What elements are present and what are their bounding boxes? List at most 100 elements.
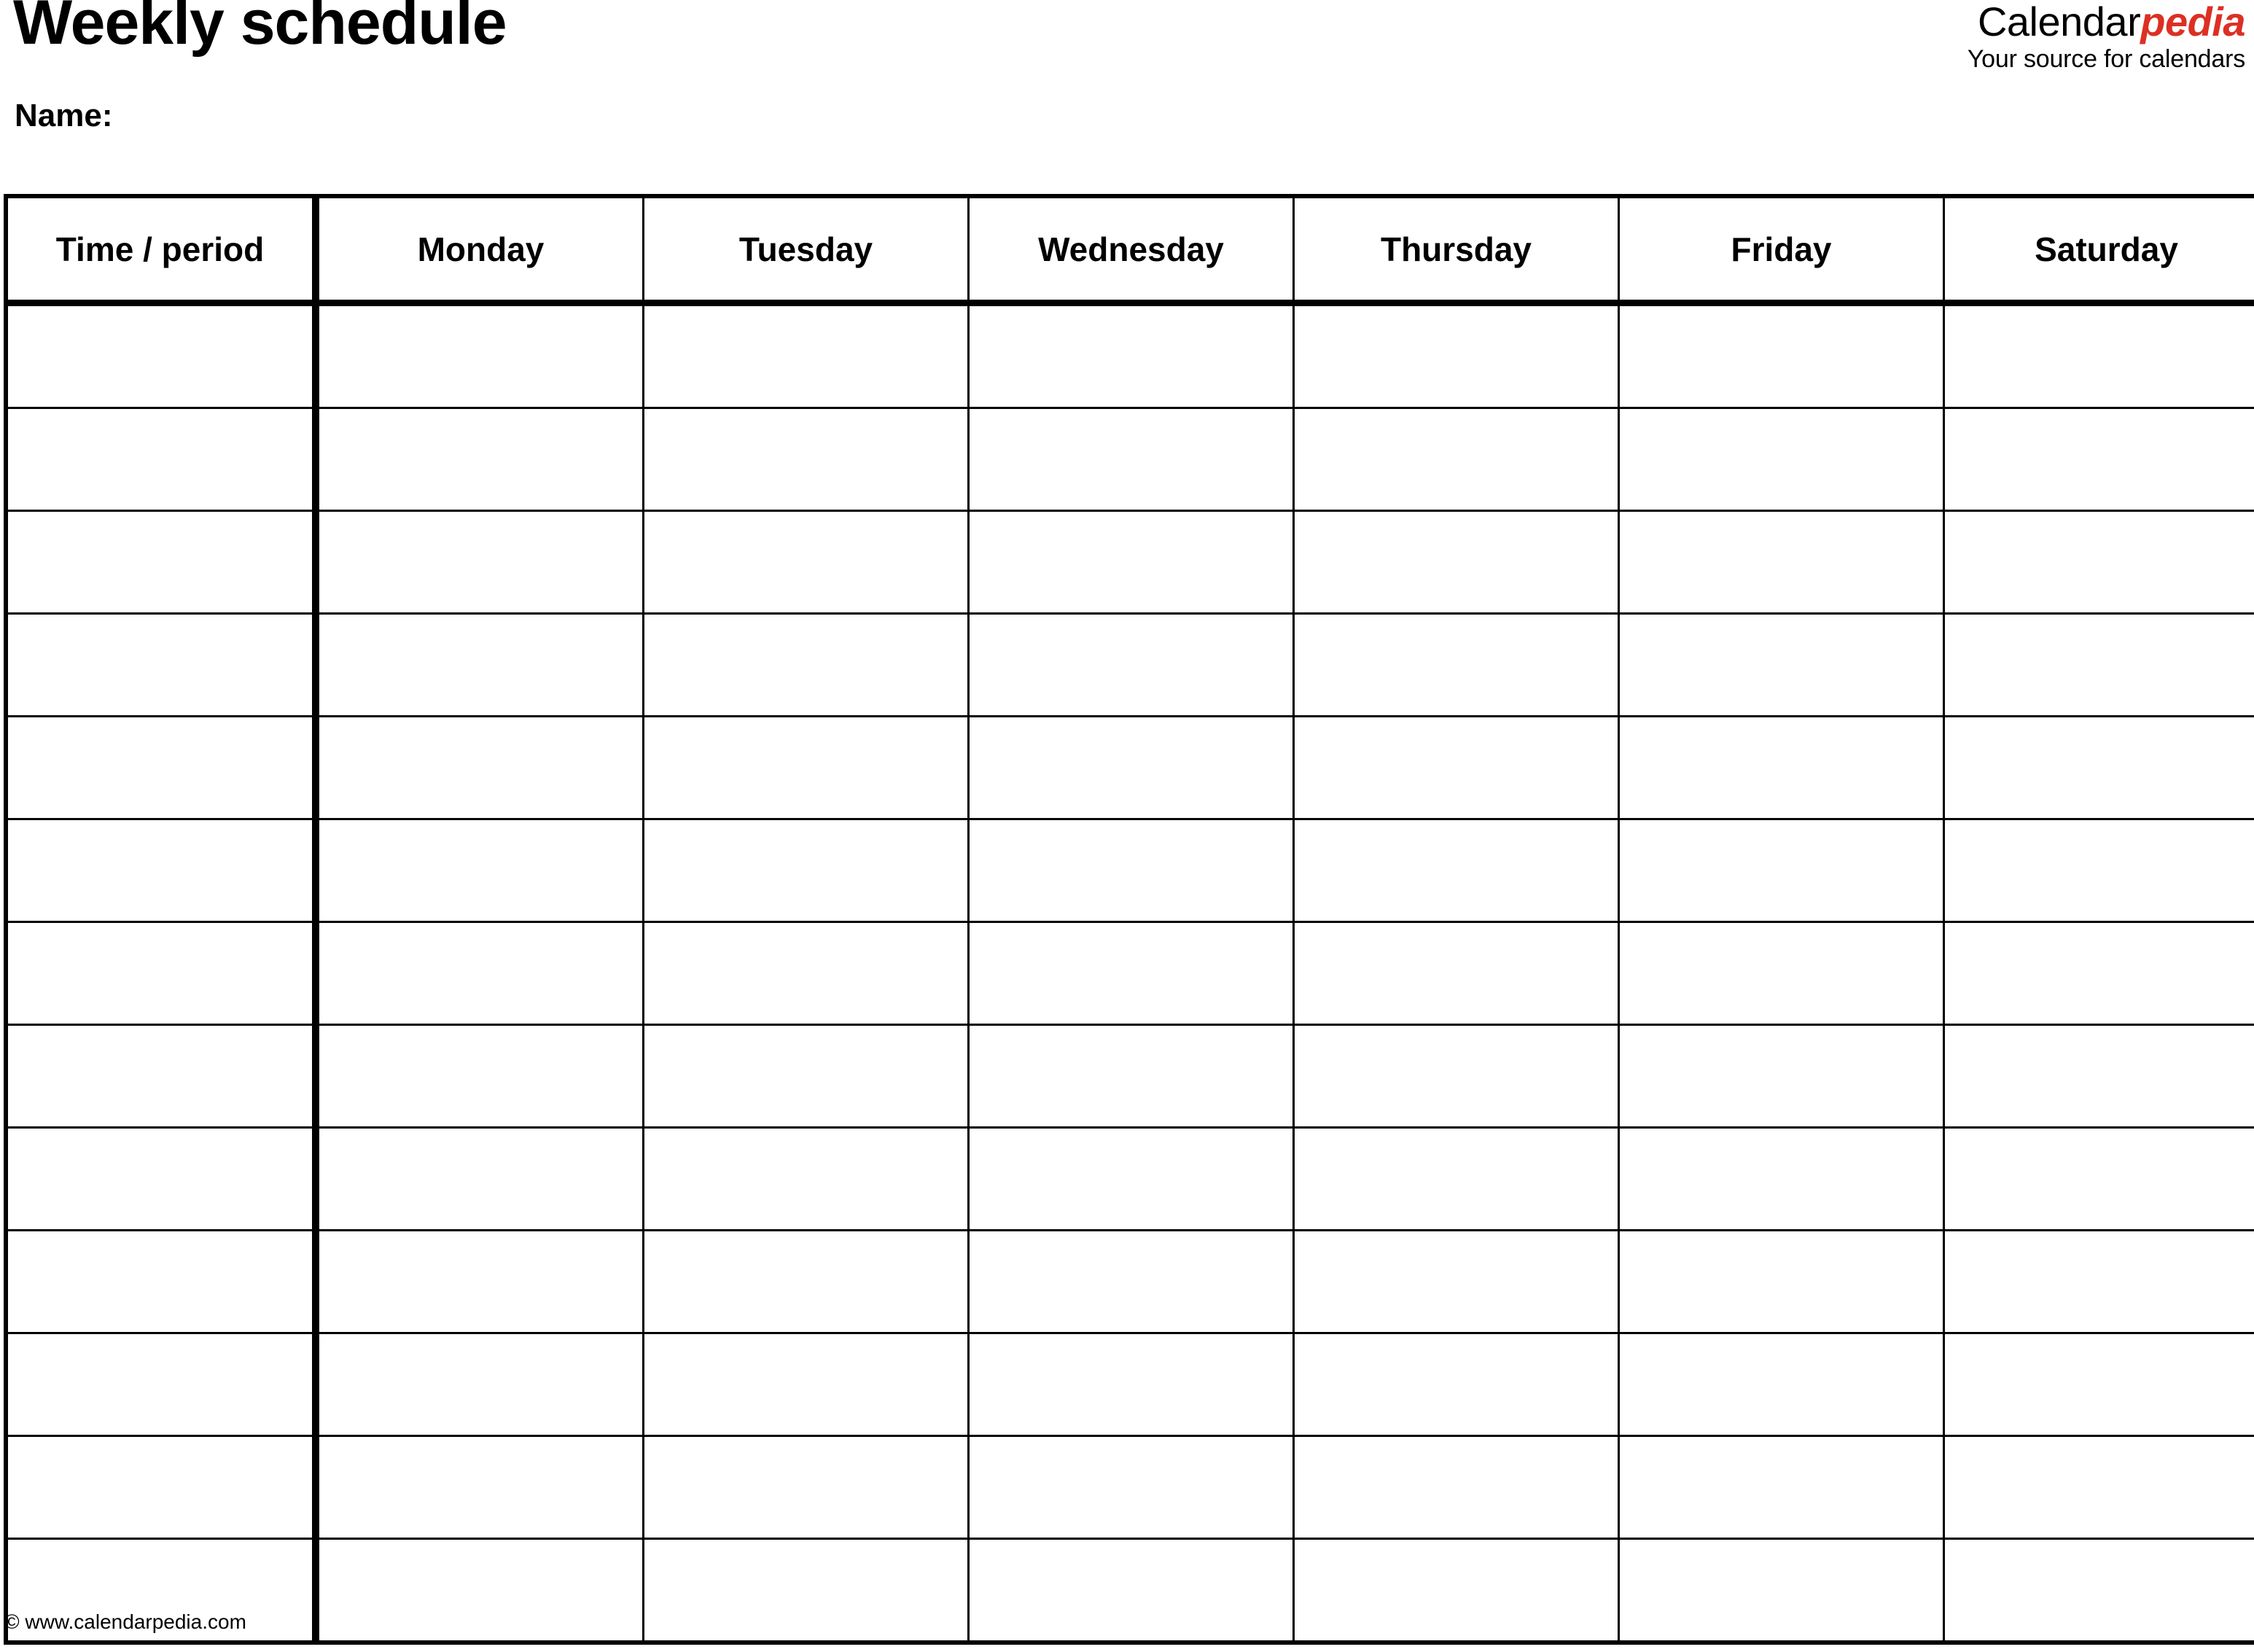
schedule-cell[interactable] [1943, 1126, 2254, 1231]
time-period-cell[interactable] [4, 921, 319, 1026]
schedule-cell[interactable] [1618, 302, 1945, 409]
time-period-cell[interactable] [4, 1229, 319, 1334]
schedule-cell[interactable] [967, 715, 1295, 820]
schedule-cell[interactable] [1943, 1538, 2254, 1645]
weekly-schedule-page: Weekly schedule Name: Calendarpedia Your… [0, 0, 2254, 1652]
schedule-cell[interactable] [967, 612, 1295, 717]
schedule-cell[interactable] [1292, 818, 1620, 923]
schedule-cell[interactable] [967, 1024, 1295, 1129]
schedule-cell[interactable] [1292, 715, 1620, 820]
schedule-cell[interactable] [1943, 407, 2254, 512]
schedule-cell[interactable] [1943, 1024, 2254, 1129]
schedule-cell[interactable] [1292, 1332, 1620, 1437]
table-row [4, 1229, 2254, 1334]
schedule-cell[interactable] [1943, 612, 2254, 717]
schedule-cell[interactable] [1618, 818, 1945, 923]
schedule-cell[interactable] [314, 818, 644, 923]
schedule-cell[interactable] [1618, 715, 1945, 820]
schedule-cell[interactable] [1943, 921, 2254, 1026]
time-period-cell[interactable] [4, 510, 319, 615]
time-period-cell[interactable] [4, 1024, 319, 1129]
schedule-cell[interactable] [1943, 302, 2254, 409]
schedule-cell[interactable] [1292, 1024, 1620, 1129]
schedule-cell[interactable] [642, 1332, 970, 1437]
schedule-cell[interactable] [967, 1538, 1295, 1645]
time-period-cell[interactable] [4, 818, 319, 923]
time-period-cell[interactable] [4, 612, 319, 717]
schedule-cell[interactable] [1292, 612, 1620, 717]
page-header: Weekly schedule Name: Calendarpedia Your… [0, 0, 2254, 194]
column-header-thursday: Thursday [1292, 194, 1620, 306]
weekly-schedule-table: Time / period Monday Tuesday Wednesday T… [4, 194, 2254, 1645]
schedule-cell[interactable] [642, 612, 970, 717]
time-period-cell[interactable] [4, 1435, 319, 1540]
schedule-cell[interactable] [1292, 407, 1620, 512]
schedule-cell[interactable] [642, 407, 970, 512]
schedule-cell[interactable] [1943, 715, 2254, 820]
schedule-cell[interactable] [1618, 510, 1945, 615]
schedule-cell[interactable] [1618, 1538, 1945, 1645]
schedule-cell[interactable] [967, 1229, 1295, 1334]
schedule-cell[interactable] [1943, 1229, 2254, 1334]
schedule-body [4, 302, 2254, 1645]
schedule-cell[interactable] [642, 818, 970, 923]
schedule-cell[interactable] [967, 407, 1295, 512]
schedule-header-row: Time / period Monday Tuesday Wednesday T… [4, 194, 2254, 306]
schedule-cell[interactable] [314, 302, 644, 409]
schedule-cell[interactable] [642, 715, 970, 820]
schedule-cell[interactable] [1618, 1435, 1945, 1540]
schedule-cell[interactable] [1292, 510, 1620, 615]
schedule-cell[interactable] [314, 510, 644, 615]
schedule-cell[interactable] [967, 510, 1295, 615]
time-period-cell[interactable] [4, 1332, 319, 1437]
time-period-cell[interactable] [4, 302, 319, 409]
schedule-cell[interactable] [642, 1229, 970, 1334]
time-period-cell[interactable] [4, 1126, 319, 1231]
schedule-cell[interactable] [1618, 1126, 1945, 1231]
schedule-cell[interactable] [1292, 1229, 1620, 1334]
time-period-cell[interactable] [4, 407, 319, 512]
schedule-cell[interactable] [967, 818, 1295, 923]
schedule-cell[interactable] [314, 1126, 644, 1231]
schedule-cell[interactable] [1618, 1024, 1945, 1129]
schedule-cell[interactable] [1292, 302, 1620, 409]
time-period-cell[interactable] [4, 715, 319, 820]
schedule-cell[interactable] [1618, 1229, 1945, 1334]
schedule-cell[interactable] [1943, 1332, 2254, 1437]
schedule-cell[interactable] [642, 1126, 970, 1231]
schedule-cell[interactable] [1292, 1538, 1620, 1645]
schedule-cell[interactable] [642, 1538, 970, 1645]
schedule-cell[interactable] [1618, 612, 1945, 717]
schedule-cell[interactable] [314, 1024, 644, 1129]
schedule-cell[interactable] [967, 1126, 1295, 1231]
schedule-cell[interactable] [1292, 921, 1620, 1026]
schedule-cell[interactable] [314, 1229, 644, 1334]
schedule-cell[interactable] [642, 1435, 970, 1540]
schedule-cell[interactable] [967, 302, 1295, 409]
schedule-cell[interactable] [1618, 407, 1945, 512]
schedule-cell[interactable] [314, 407, 644, 512]
schedule-cell[interactable] [1618, 1332, 1945, 1437]
schedule-cell[interactable] [967, 1435, 1295, 1540]
schedule-cell[interactable] [314, 1538, 644, 1645]
schedule-cell[interactable] [1943, 1435, 2254, 1540]
schedule-cell[interactable] [314, 921, 644, 1026]
schedule-cell[interactable] [642, 302, 970, 409]
schedule-cell[interactable] [967, 921, 1295, 1026]
schedule-cell[interactable] [642, 510, 970, 615]
table-row [4, 1538, 2254, 1645]
schedule-cell[interactable] [642, 921, 970, 1026]
schedule-cell[interactable] [1618, 921, 1945, 1026]
schedule-cell[interactable] [314, 1332, 644, 1437]
schedule-cell[interactable] [1943, 510, 2254, 615]
schedule-cell[interactable] [314, 1435, 644, 1540]
table-row [4, 407, 2254, 512]
schedule-cell[interactable] [314, 612, 644, 717]
schedule-cell[interactable] [1292, 1126, 1620, 1231]
schedule-cell[interactable] [1943, 818, 2254, 923]
column-header-time-period: Time / period [4, 194, 319, 306]
schedule-cell[interactable] [967, 1332, 1295, 1437]
schedule-cell[interactable] [1292, 1435, 1620, 1540]
schedule-cell[interactable] [642, 1024, 970, 1129]
schedule-cell[interactable] [314, 715, 644, 820]
